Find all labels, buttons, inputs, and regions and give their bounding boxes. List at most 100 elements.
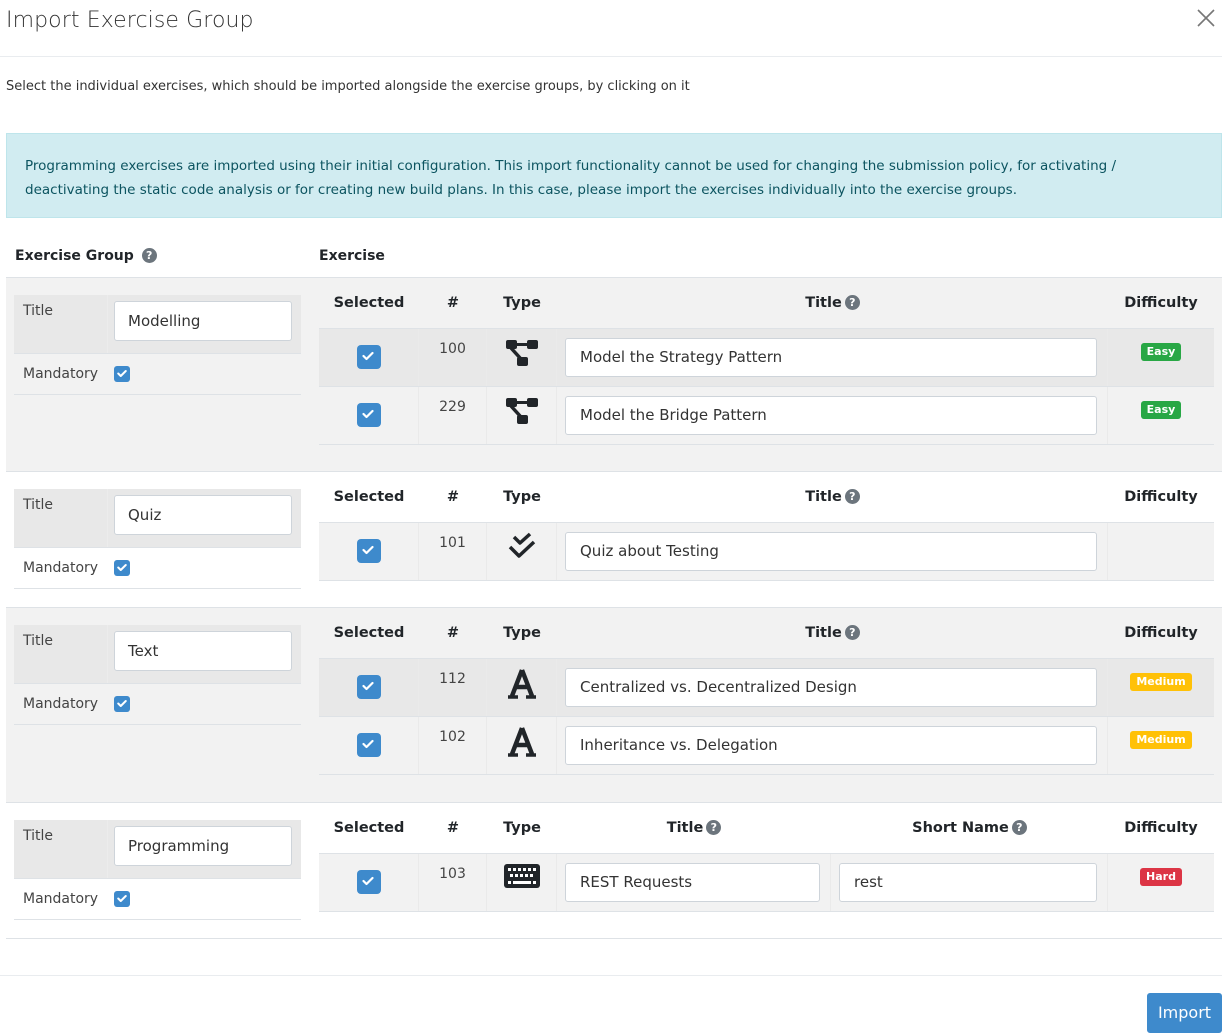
difficulty-cell: Medium [1108,659,1214,716]
exercise-row[interactable]: 101 Quiz about Testing [319,523,1214,581]
group-title-cell: Modelling [108,295,301,353]
exercise-title-input[interactable]: Centralized vs. Decentralized Design [565,668,1097,707]
exercise-id: 102 [419,717,487,774]
group-title-row: Title Text [14,625,301,684]
exercise-table-header: Selected # Type Title? Short Name? Diffi… [319,803,1214,854]
group-title-input[interactable]: Quiz [114,495,292,535]
help-icon[interactable]: ? [1011,820,1027,835]
group-title-label: Title [14,295,108,353]
short-name-cell: rest [831,854,1108,911]
help-icon[interactable]: ? [844,625,860,640]
selected-cell [319,387,419,444]
exercise-selected-checkbox[interactable] [356,345,381,369]
title-cell: Centralized vs. Decentralized Design [557,659,1108,716]
col-selected: Selected [333,295,405,311]
col-difficulty: Difficulty [1124,489,1198,505]
exercise-table-header: Selected # Type Title? Difficulty [319,278,1214,329]
exercise-table: Selected # Type Title? Difficulty 112 Ce… [319,608,1214,775]
group-title-cell: Text [108,625,301,683]
exercise-title-input[interactable]: Model the Bridge Pattern [565,396,1097,435]
group-title-cell: Quiz [108,489,301,547]
col-title-label: Title [805,625,842,641]
exercise-selected-checkbox[interactable] [356,733,381,757]
divider [6,938,1222,939]
type-cell [487,329,557,386]
exercise-group-section: Title Quiz Mandatory Selected # Type Tit… [6,471,1222,607]
col-short-name: Short Name? [831,820,1108,836]
group-mandatory-label: Mandatory [23,696,99,712]
project-diagram-icon [504,340,540,372]
group-title-input[interactable]: Text [114,631,292,671]
selected-cell [319,523,419,580]
mandatory-checkbox[interactable] [114,696,130,712]
group-properties: Title Text Mandatory [14,625,301,725]
help-icon[interactable]: ? [844,295,860,310]
exercise-selected-checkbox[interactable] [356,403,381,427]
group-mandatory-cell [108,879,301,919]
mandatory-checkbox[interactable] [114,560,130,576]
exercise-row[interactable]: 102 Inheritance vs. Delegation Medium [319,717,1214,775]
title-cell: Model the Bridge Pattern [557,387,1108,444]
exercise-table-header: Selected # Type Title? Difficulty [319,608,1214,659]
import-button[interactable]: Import [1147,993,1222,1033]
close-button[interactable] [1196,8,1220,32]
exercise-row[interactable]: 103 REST Requests rest Hard [319,854,1214,912]
exercise-selected-checkbox[interactable] [356,675,381,699]
group-properties: Title Programming Mandatory [14,820,301,920]
font-icon [507,669,537,704]
group-mandatory-label: Mandatory [23,560,99,576]
exercise-selected-checkbox[interactable] [356,870,381,894]
project-diagram-icon [504,398,540,430]
exercise-title-input[interactable]: Quiz about Testing [565,532,1097,571]
modal-footer-divider [0,975,1222,976]
title-cell: Inheritance vs. Delegation [557,717,1108,774]
col-title: Title? [557,295,1108,311]
group-title-cell: Programming [108,820,301,878]
check-double-icon [507,532,537,566]
col-type: Type [503,820,541,836]
selected-cell [319,329,419,386]
exercise-row[interactable]: 229 Model the Bridge Pattern Easy [319,387,1214,445]
exercise-table: Selected # Type Title? Short Name? Diffi… [319,803,1214,912]
exercise-group-section: Title Programming Mandatory Selected # T… [6,802,1222,938]
exercise-short-name-input[interactable]: rest [839,863,1097,902]
group-mandatory-row: Mandatory [14,684,301,725]
col-selected: Selected [333,820,405,836]
help-icon[interactable]: ? [844,489,860,504]
type-cell [487,523,557,580]
group-properties: Title Modelling Mandatory [14,295,301,395]
selected-cell [319,659,419,716]
col-number: # [446,820,460,836]
col-number: # [446,489,460,505]
col-title: Title? [557,489,1108,505]
col-title: Title? [557,625,1108,641]
exercise-id: 229 [419,387,487,444]
difficulty-cell [1108,523,1214,580]
exercise-selected-checkbox[interactable] [356,539,381,563]
group-mandatory-label: Mandatory [23,366,99,382]
mandatory-checkbox[interactable] [114,891,130,907]
exercise-title-input[interactable]: REST Requests [565,863,820,902]
font-icon [507,727,537,762]
difficulty-badge: Medium [1130,731,1192,749]
exercise-id: 101 [419,523,487,580]
exercise-row[interactable]: 112 Centralized vs. Decentralized Design… [319,659,1214,717]
help-icon[interactable]: ? [141,248,157,263]
type-cell [487,387,557,444]
exercise-id: 112 [419,659,487,716]
difficulty-cell: Easy [1108,329,1214,386]
col-type: Type [503,295,541,311]
exercise-header: Exercise [319,248,385,264]
mandatory-checkbox[interactable] [114,366,130,382]
group-title-input[interactable]: Programming [114,826,292,866]
group-title-input[interactable]: Modelling [114,301,292,341]
exercise-id: 100 [419,329,487,386]
col-number: # [446,295,460,311]
group-mandatory-cell [108,354,301,394]
type-cell [487,717,557,774]
help-icon[interactable]: ? [706,820,722,835]
exercise-title-input[interactable]: Model the Strategy Pattern [565,338,1097,377]
exercise-row[interactable]: 100 Model the Strategy Pattern Easy [319,329,1214,387]
exercise-title-input[interactable]: Inheritance vs. Delegation [565,726,1097,765]
difficulty-cell: Medium [1108,717,1214,774]
